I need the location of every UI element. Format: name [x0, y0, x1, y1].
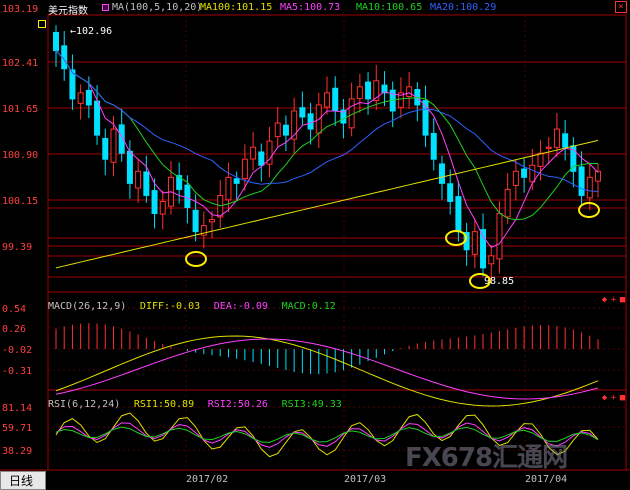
candle-body — [110, 128, 117, 163]
candle-body — [529, 164, 536, 183]
tab-daily[interactable]: 日线 — [0, 471, 46, 490]
macd-axis-label: -0.02 — [2, 345, 32, 356]
candle-body — [324, 92, 330, 108]
watermark-logo: FX678汇通网 — [405, 443, 568, 473]
candle-body — [77, 92, 84, 104]
rsi-panel-controls: ◆ + ■ — [600, 393, 630, 405]
candle-body — [126, 150, 133, 184]
candle-body — [406, 86, 413, 97]
candle-body — [447, 183, 454, 202]
candle-body — [151, 190, 158, 215]
candle-body — [53, 32, 59, 52]
candle-body — [184, 184, 191, 209]
ma100-line — [55, 139, 599, 269]
date-label-mar: 2017/03 — [344, 474, 387, 485]
price-axis-label: 101.65 — [2, 104, 38, 115]
price-axis-label: 100.15 — [2, 196, 38, 207]
macd-diff: DIFF:-0.03 — [139, 301, 201, 312]
macd-label: MACD(26,12,9) — [48, 301, 127, 312]
candle-body — [504, 188, 511, 218]
price-axis-label: 100.90 — [2, 150, 38, 161]
candle-body — [217, 194, 224, 218]
candle-body — [258, 151, 265, 166]
candle-body — [299, 107, 306, 118]
candle-body — [365, 81, 372, 100]
candle-body — [521, 168, 528, 178]
candle-body — [455, 196, 462, 233]
candle-body — [233, 178, 240, 184]
macd-dea: DEA:-0.09 — [213, 301, 268, 312]
candle-body — [553, 128, 560, 148]
candle-body — [595, 170, 601, 182]
macd-add-icon[interactable]: + — [609, 295, 618, 305]
candle-body — [537, 152, 544, 167]
macd-axis-label: 0.26 — [2, 324, 26, 335]
macd-close-icon[interactable]: ■ — [618, 295, 627, 305]
candle-body — [586, 176, 593, 199]
macd-settings-icon[interactable]: ◆ — [600, 295, 609, 305]
candle-body — [307, 113, 314, 130]
candle-body — [356, 86, 363, 100]
candle-body — [192, 209, 199, 233]
candle-body — [143, 171, 150, 196]
ma20-line — [55, 50, 599, 193]
candle-body — [225, 176, 232, 201]
rsi3-value: RSI3:49.33 — [281, 399, 342, 410]
candle-body — [282, 124, 289, 136]
price-axis-label: 102.41 — [2, 58, 38, 69]
rsi-axis-label: 59.71 — [2, 423, 32, 434]
rsi1-value: RSI1:50.89 — [133, 399, 195, 410]
price-axis-label: 99.39 — [2, 242, 32, 253]
macd-axis-label: 0.54 — [2, 304, 26, 315]
macd-value: MACD:0.12 — [281, 301, 336, 312]
candle-body — [545, 146, 552, 149]
candle-body — [471, 231, 478, 255]
rsi-axis-label: 81.14 — [2, 403, 32, 414]
rsi-settings-icon[interactable]: ◆ — [600, 393, 609, 403]
candle-body — [496, 213, 503, 260]
candle-body — [488, 255, 495, 265]
candle-body — [159, 200, 166, 215]
candle-body — [578, 166, 585, 196]
macd-header: MACD(26,12,9) DIFF:-0.03 DEA:-0.09 MACD:… — [48, 294, 628, 312]
high-annotation: ←102.96 — [70, 26, 112, 37]
candle-body — [85, 89, 92, 106]
rsi-close-icon[interactable]: ■ — [618, 393, 627, 403]
rsi-axis-label: 38.29 — [2, 446, 32, 457]
date-label-apr: 2017/04 — [525, 474, 568, 485]
candle-body — [94, 100, 101, 136]
highlight-circle — [578, 202, 600, 218]
highlight-circle — [185, 251, 207, 267]
candle-body — [430, 132, 437, 160]
ma10-line — [55, 50, 598, 221]
rsi-header: RSI(6,12,24) RSI1:50.89 RSI2:50.26 RSI3:… — [48, 392, 628, 410]
candle-body — [562, 133, 569, 148]
rsi-label: RSI(6,12,24) — [48, 399, 121, 410]
candle-body — [135, 170, 142, 189]
candle-body — [209, 219, 216, 223]
macd-axis-label: -0.31 — [2, 366, 32, 377]
rsi2-value: RSI2:50.26 — [207, 399, 268, 410]
candle-body — [332, 87, 339, 112]
candle-body — [438, 163, 445, 184]
candle-body — [102, 137, 109, 160]
date-label-feb: 2017/02 — [186, 474, 229, 485]
rsi-add-icon[interactable]: + — [609, 393, 618, 403]
macd-panel-controls: ◆ + ■ — [600, 295, 630, 307]
candle-body — [250, 146, 257, 160]
candle-body — [512, 170, 519, 186]
candle-body — [241, 158, 248, 180]
kline-chart-canvas[interactable]: 102.41 101.65 100.90 100.15 99.39 0.54 0.26 -0.… — [0, 0, 630, 490]
candle-body — [274, 122, 281, 138]
